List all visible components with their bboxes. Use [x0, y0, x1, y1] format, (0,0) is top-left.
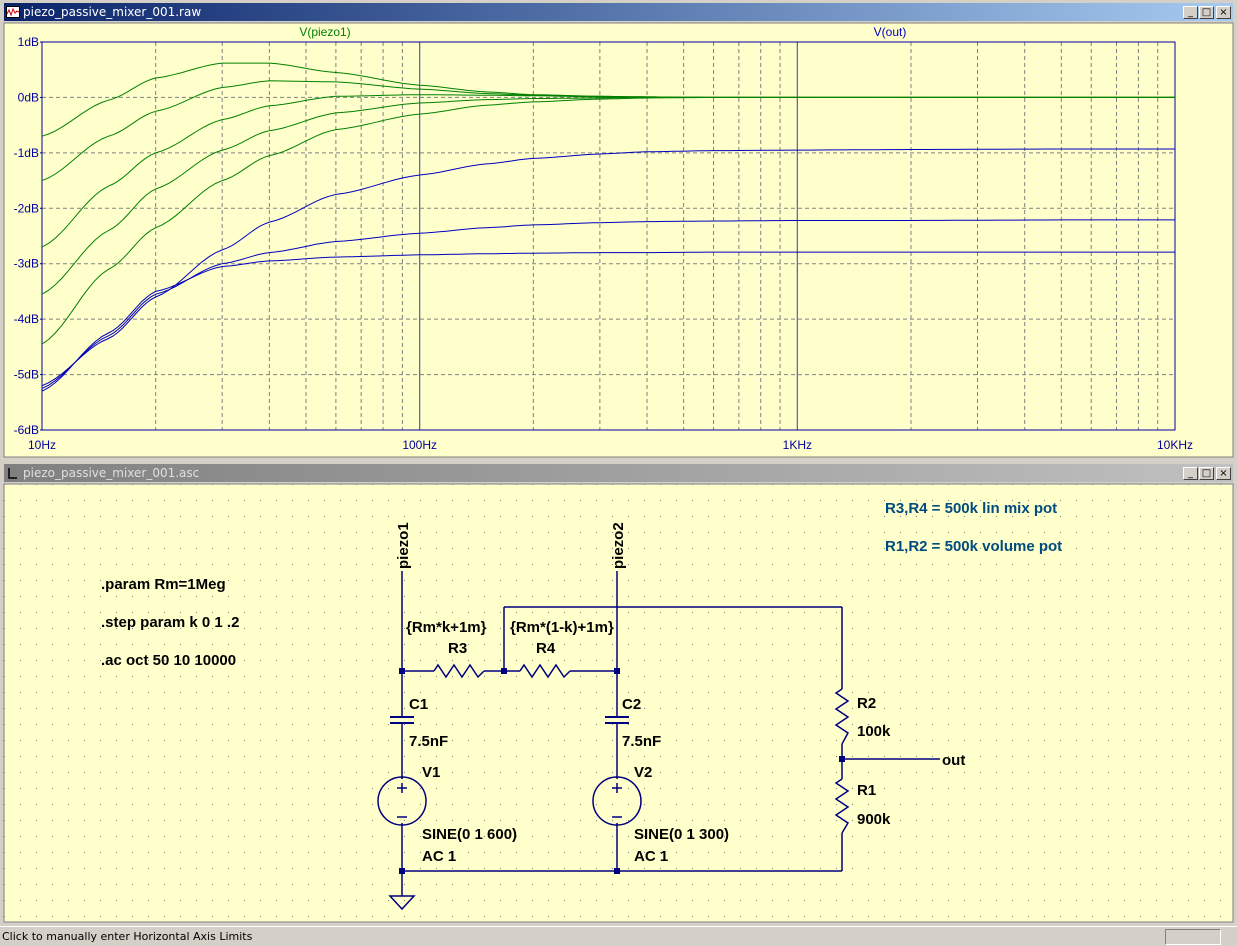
r3-value[interactable]: {Rm*k+1m}	[406, 619, 487, 636]
y-tick-label: -6dB	[14, 423, 39, 437]
v2-value[interactable]: SINE(0 1 300)	[634, 826, 729, 843]
y-tick-label: -1dB	[14, 146, 39, 160]
r4-name[interactable]: R4	[536, 640, 556, 657]
directive-ac[interactable]: .ac oct 50 10 10000	[101, 652, 236, 669]
c1-value[interactable]: 7.5nF	[409, 733, 448, 750]
directive-param[interactable]: .param Rm=1Meg	[101, 576, 226, 593]
y-tick-label: -3dB	[14, 257, 39, 271]
x-tick-label: 100Hz	[402, 438, 437, 452]
x-tick-label: 10KHz	[1157, 438, 1193, 452]
r1-name[interactable]: R1	[857, 782, 876, 799]
v1-value[interactable]: SINE(0 1 600)	[422, 826, 517, 843]
directive-step[interactable]: .step param k 0 1 .2	[101, 614, 239, 631]
r2-name[interactable]: R2	[857, 695, 876, 712]
v1-ac[interactable]: AC 1	[422, 848, 456, 865]
y-tick-label: 1dB	[18, 35, 39, 49]
v2-name[interactable]: V2	[634, 764, 652, 781]
r1-value[interactable]: 900k	[857, 811, 891, 828]
y-tick-label: -2dB	[14, 201, 39, 215]
v1-name[interactable]: V1	[422, 764, 440, 781]
waveform-window: piezo_passive_mixer_001.raw _ □ × 1dB 0dB…	[0, 0, 1237, 459]
c2-value[interactable]: 7.5nF	[622, 733, 661, 750]
comment-volume-pot[interactable]: R1,R2 = 500k volume pot	[885, 538, 1062, 555]
y-tick-label: 0dB	[18, 90, 39, 104]
status-bar-panel	[1165, 929, 1221, 945]
r3-name[interactable]: R3	[448, 640, 467, 657]
r2-value[interactable]: 100k	[857, 723, 891, 740]
x-tick-label: 10Hz	[28, 438, 56, 452]
plot-background	[3, 22, 1234, 458]
x-tick-label: 1KHz	[783, 438, 812, 452]
waveform-plot[interactable]: 1dB 0dB -1dB -2dB -3dB -4dB -5dB -6dB 10Hz 100Hz…	[0, 0, 1237, 459]
comment-mix-pot[interactable]: R3,R4 = 500k lin mix pot	[885, 500, 1057, 517]
r4-value[interactable]: {Rm*(1-k)+1m}	[510, 619, 614, 636]
v2-ac[interactable]: AC 1	[634, 848, 668, 865]
c2-name[interactable]: C2	[622, 696, 641, 713]
y-tick-label: -5dB	[14, 368, 39, 382]
status-bar: Click to manually enter Horizontal Axis …	[0, 926, 1237, 946]
trace-label-piezo1[interactable]: V(piezo1)	[299, 25, 350, 39]
net-label-piezo2[interactable]: piezo2	[610, 522, 627, 569]
y-tick-label: -4dB	[14, 312, 39, 326]
c1-name[interactable]: C1	[409, 696, 428, 713]
net-label-out[interactable]: out	[942, 752, 965, 769]
net-label-piezo1[interactable]: piezo1	[395, 522, 412, 569]
schematic-window: piezo_passive_mixer_001.asc _ □ × piezo1…	[0, 461, 1237, 924]
schematic-canvas[interactable]: piezo1 piezo2 out {Rm*k+1m} R3 {Rm*(1-k)…	[0, 461, 1237, 924]
trace-label-out[interactable]: V(out)	[874, 25, 907, 39]
status-bar-text: Click to manually enter Horizontal Axis …	[2, 930, 253, 943]
